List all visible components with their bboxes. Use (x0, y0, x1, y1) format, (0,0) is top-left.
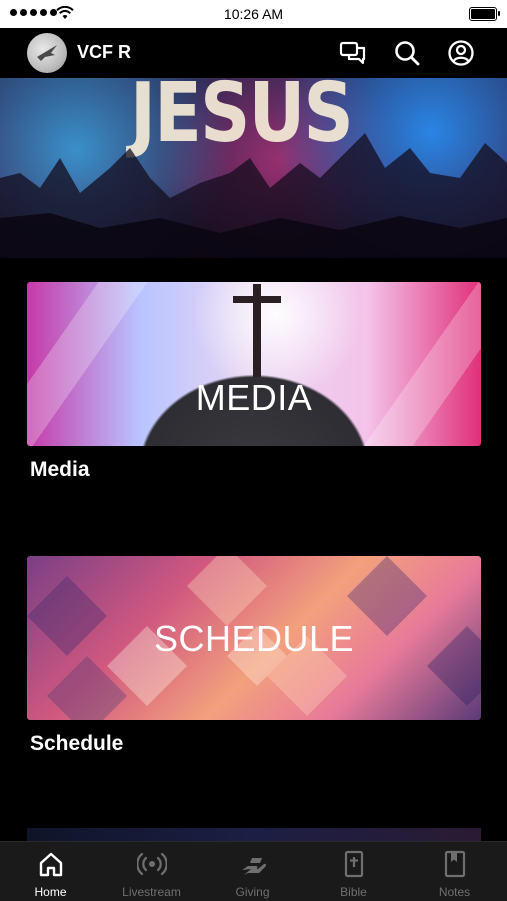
media-card-title: MEDIA (195, 377, 313, 418)
media-card-image[interactable]: MEDIA (27, 282, 481, 446)
search-icon[interactable] (392, 38, 422, 68)
battery-icon (469, 7, 500, 21)
giving-hand-icon (242, 858, 267, 875)
status-time: 10:26 AM (223, 6, 284, 22)
cross-icon (233, 284, 281, 377)
schedule-card-image[interactable]: SCHEDULE (27, 556, 481, 720)
notes-icon (444, 850, 466, 878)
status-bar: 10:26 AM (0, 0, 507, 28)
broadcast-icon (137, 852, 167, 876)
tab-label: Livestream (122, 885, 181, 899)
schedule-card-label[interactable]: Schedule (30, 732, 123, 756)
worship-crowd-silhouette (0, 133, 507, 258)
home-icon (39, 852, 63, 877)
bible-icon (344, 850, 364, 878)
chat-icon[interactable] (338, 38, 368, 68)
tab-notes[interactable]: Notes (404, 842, 505, 901)
tab-bible[interactable]: Bible (303, 842, 404, 901)
tab-label: Giving (235, 885, 270, 899)
bottom-tab-bar: Home Livestream Giving Bible Notes (0, 841, 507, 901)
media-card-label[interactable]: Media (30, 458, 90, 482)
hero-banner[interactable]: JESUS (0, 78, 507, 258)
church-logo-avatar[interactable] (27, 33, 67, 73)
next-card-image-partial[interactable] (27, 828, 481, 842)
tab-giving[interactable]: Giving (202, 842, 303, 901)
profile-icon[interactable] (446, 38, 476, 68)
app-title: VCF R (77, 42, 131, 62)
tab-home[interactable]: Home (0, 842, 101, 901)
tab-label: Bible (340, 885, 367, 899)
schedule-card-title: SCHEDULE (153, 618, 355, 659)
dove-icon (37, 45, 57, 61)
tab-label: Notes (438, 885, 471, 899)
tab-label: Home (34, 885, 67, 899)
app-header: VCF R (0, 28, 507, 78)
tab-livestream[interactable]: Livestream (101, 842, 202, 901)
